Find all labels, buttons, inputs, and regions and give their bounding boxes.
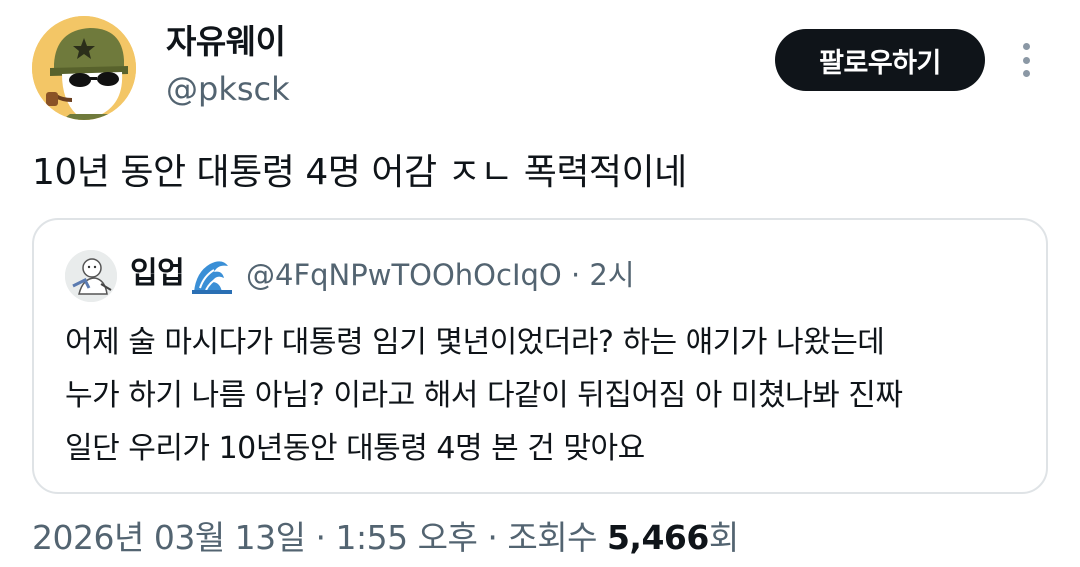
tweet-meta: 2026년 03월 13일 · 1:55 오후 · 조회수 5,466회 [32,518,739,558]
quote-text-line: 누가 하기 나름 아님? 이라고 해서 다같이 뒤집어짐 아 미쳤나봐 진짜 [65,378,903,413]
wave-icon [192,261,232,294]
author-display-name[interactable]: 자유웨이 [166,22,286,62]
author-handle[interactable]: @pksck [166,70,290,108]
quote-meta: @4FqNPwTOOhOcIqO · 2시 [246,258,635,293]
meta-separator: · [315,518,327,557]
quote-text-line: 어제 술 마시다가 대통령 임기 몇년이었더라? 하는 얘기가 나왔는데 [65,325,885,360]
quote-separator: · [570,258,581,292]
tweet-date[interactable]: 2026년 03월 13일 [32,518,306,557]
tweet-detail: 자유웨이 @pksck 팔로우하기 10년 동안 대통령 4명 어감 ㅈㄴ 폭력… [0,0,1080,567]
more-vertical-icon-dot [1022,70,1030,77]
author-avatar[interactable] [32,16,136,120]
views-suffix: 회 [708,518,739,557]
sketch-avatar-icon [65,250,117,302]
quote-author-display-name[interactable]: 입업 [130,256,185,292]
tweet-text: 10년 동안 대통령 4명 어감 ㅈㄴ 폭력적이네 [32,152,687,193]
views-count: 5,466 [606,518,709,557]
tweet-time[interactable]: 1:55 오후 [336,518,478,557]
follow-button[interactable]: 팔로우하기 [775,29,985,91]
quote-text-line: 일단 우리가 10년동안 대통령 4명 본 건 맞아요 [65,431,645,466]
quote-time[interactable]: 2시 [589,258,634,292]
meta-separator: · [487,518,498,557]
quote-author-avatar[interactable] [65,250,117,302]
more-vertical-icon-dot [1022,56,1030,64]
cartoon-soldier-avatar-icon [32,16,136,120]
more-vertical-icon [1022,43,1030,50]
more-options-button[interactable] [1012,40,1040,80]
quote-author-handle[interactable]: @4FqNPwTOOhOcIqO [246,258,562,292]
views-label: 조회수 [507,518,597,557]
quoted-tweet-card[interactable]: 입업 @4FqNPwTOOhOcIqO · 2시 어제 술 마시다가 대통령 임… [32,218,1048,494]
quote-text: 어제 술 마시다가 대통령 임기 몇년이었더라? 하는 얘기가 나왔는데 누가 … [65,316,1025,475]
